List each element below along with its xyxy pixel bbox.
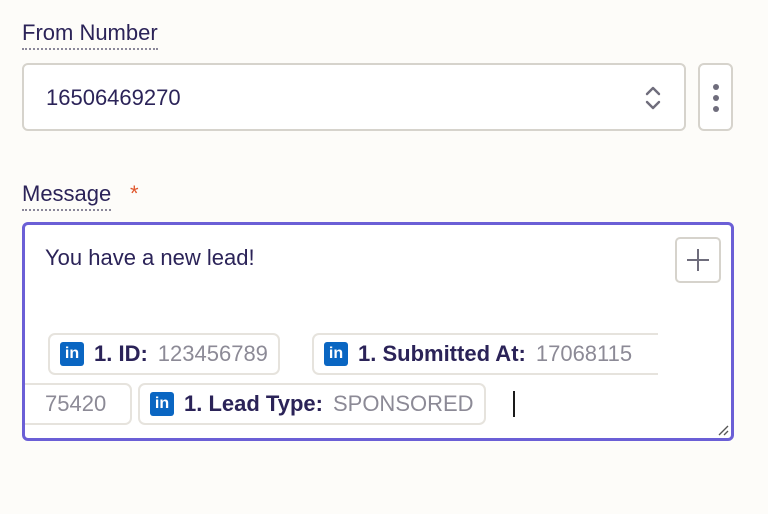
message-textarea[interactable]: You have a new lead! in 1. ID: 123456789…	[22, 222, 734, 441]
message-label: Message	[22, 181, 112, 211]
linkedin-icon: in	[150, 392, 174, 416]
up-down-chevron-icon	[645, 86, 661, 110]
token-value: 17068115	[535, 341, 633, 366]
linkedin-icon: in	[324, 342, 348, 366]
resize-handle-icon[interactable]	[717, 424, 729, 436]
token-value: SPONSORED	[332, 391, 474, 416]
text-cursor	[513, 391, 515, 417]
token-key: 1. ID:	[94, 341, 148, 366]
more-options-button[interactable]	[698, 63, 733, 131]
linkedin-icon: in	[60, 342, 84, 366]
token-value-continued: 75420	[45, 391, 107, 416]
from-number-select[interactable]: 16506469270	[22, 63, 686, 131]
insert-data-button[interactable]	[675, 237, 721, 283]
token-key: 1. Lead Type:	[184, 391, 323, 416]
from-number-value: 16506469270	[46, 85, 181, 110]
from-number-label: From Number	[22, 20, 158, 50]
token-pill-submitted-at-continued[interactable]: 75420	[25, 383, 132, 425]
required-asterisk: *	[130, 181, 139, 206]
token-pill-id[interactable]: in 1. ID: 123456789	[48, 333, 280, 375]
token-pill-submitted-at[interactable]: in 1. Submitted At: 17068115	[312, 333, 658, 375]
message-text: You have a new lead!	[45, 245, 255, 270]
token-key: 1. Submitted At:	[358, 341, 526, 366]
token-pill-lead-type[interactable]: in 1. Lead Type: SPONSORED	[138, 383, 486, 425]
token-value: 123456789	[157, 341, 268, 366]
